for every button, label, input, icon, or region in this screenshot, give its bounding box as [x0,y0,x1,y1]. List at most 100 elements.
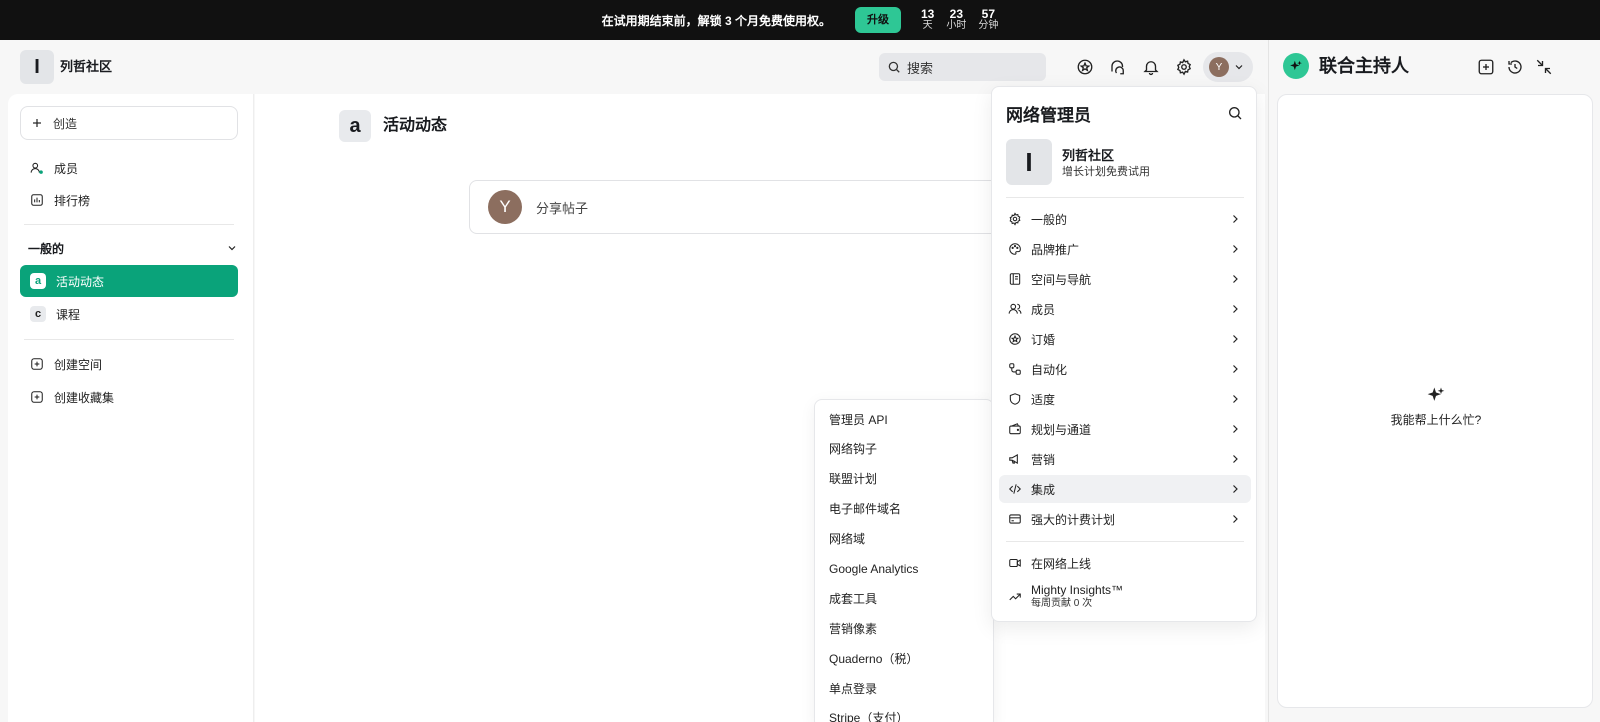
star-badge-icon [1007,331,1023,347]
collapse-icon[interactable] [1533,56,1555,78]
sparkle-icon [1426,385,1446,405]
post-composer[interactable]: Y 分享帖子 [469,180,1009,234]
avatar: Y [488,190,522,224]
search-input[interactable]: 搜索 [879,53,1046,81]
history-icon[interactable] [1504,56,1526,78]
chevron-right-icon [1229,393,1241,405]
create-space-button[interactable]: 创建空间 [20,348,238,380]
section-title: 一般的 [28,241,65,256]
community-plan: 增长计划免费试用 [1062,166,1150,178]
plus-square-icon [30,357,44,371]
sidebar-item-leaderboard[interactable]: 排行榜 [20,184,238,216]
shield-icon [1007,391,1023,407]
submenu-item-stripe[interactable]: Stripe（支付） [829,708,908,722]
community-logo[interactable]: I [20,50,54,84]
mighty-insights-item[interactable]: Mighty Insights™ 每周贡献 0 次 [999,579,1251,615]
create-button[interactable]: 创造 [20,106,238,140]
submenu-item-sso[interactable]: 单点登录 [829,679,877,699]
admin-item-label: 集成 [1031,482,1056,497]
gear-icon[interactable] [1172,55,1196,79]
insights-title: Mighty Insights™ [1031,583,1124,597]
admin-item-label: 品牌推广 [1031,242,1080,257]
admin-item-label: 规划与通道 [1031,422,1092,437]
insights-subtitle: 每周贡献 0 次 [1031,598,1093,609]
trial-banner: 在试用期结束前，解锁 3 个月免费使用权。 升级 13 天 23 小时 57 分… [0,0,1600,40]
admin-item-marketing[interactable]: 营销 [999,445,1251,473]
countdown-days: 13 天 [920,7,935,31]
community-logo: I [1006,139,1052,185]
chevron-down-icon [1233,61,1245,73]
sidebar-item-members[interactable]: 成员 [20,152,238,184]
submenu-item-toolkit[interactable]: 成套工具 [829,589,877,609]
admin-item-plans-channels[interactable]: 规划与通道 [999,415,1251,443]
sidebar-item-label: 活动动态 [56,274,105,289]
admin-menu-title: 网络管理员 [1006,106,1091,125]
admin-item-general[interactable]: 一般的 [999,205,1251,233]
trial-banner-text: 在试用期结束前，解锁 3 个月免费使用权。 [601,13,831,28]
community-name[interactable]: 列哲社区 [60,40,112,94]
cohost-chat-area: 我能帮上什么忙? [1277,94,1593,708]
sparkle-icon [1283,53,1309,79]
book-icon [1007,271,1023,287]
chevron-right-icon [1229,303,1241,315]
submenu-item-webhooks[interactable]: 网络钩子 [829,439,877,459]
sidebar-section-general[interactable]: 一般的 [28,238,238,258]
space-badge: a [30,273,46,289]
chevron-down-icon [226,242,238,254]
admin-item-engagement[interactable]: 订婚 [999,325,1251,353]
sidebar-item-label: 排行榜 [54,193,91,208]
create-collection-button[interactable]: 创建收藏集 [20,381,238,413]
admin-item-automation[interactable]: 自动化 [999,355,1251,383]
network-admin-menu: 网络管理员 I 列哲社区 增长计划免费试用 一般的 品牌推广 空间与导航 成员 … [991,86,1257,622]
sidebar-item-courses[interactable]: c 课程 [20,298,238,330]
admin-item-label: 营销 [1031,452,1056,467]
trial-countdown: 13 天 23 小时 57 分钟 [921,8,998,32]
new-chat-icon[interactable] [1475,56,1497,78]
leaderboard-icon [30,193,44,207]
admin-item-billing[interactable]: 强大的计费计划 [999,505,1251,533]
admin-item-label: 一般的 [1031,212,1068,227]
star-badge-icon[interactable] [1073,55,1097,79]
sidebar-item-label: 创建收藏集 [54,390,115,405]
sidebar-divider [24,339,234,340]
chevron-right-icon [1229,423,1241,435]
admin-item-label: 强大的计费计划 [1031,512,1116,527]
countdown-minutes: 57 分钟 [978,7,999,31]
profile-menu-button[interactable]: Y [1203,52,1253,82]
submenu-item-marketing-pixels[interactable]: 营销像素 [829,619,877,639]
submenu-item-admin-api[interactable]: 管理员 API [829,410,888,430]
admin-item-members[interactable]: 成员 [999,295,1251,323]
members-icon [30,161,44,175]
admin-item-label: 适度 [1031,392,1056,407]
create-label: 创造 [53,116,78,131]
submenu-item-quaderno[interactable]: Quaderno（税） [829,649,918,669]
go-live-button[interactable]: 在网络上线 [999,549,1251,577]
palette-icon [1007,241,1023,257]
submenu-item-network-domain[interactable]: 网络域 [829,529,865,549]
admin-item-moderation[interactable]: 适度 [999,385,1251,413]
admin-item-spaces-navigation[interactable]: 空间与导航 [999,265,1251,293]
search-icon [887,60,901,74]
admin-item-branding[interactable]: 品牌推广 [999,235,1251,263]
bell-icon[interactable] [1139,55,1163,79]
chat-icon[interactable] [1106,55,1130,79]
search-label: 搜索 [907,60,934,76]
submenu-item-google-analytics[interactable]: Google Analytics [829,559,918,579]
sidebar-item-activity-feed[interactable]: a 活动动态 [20,265,238,297]
video-camera-icon [1007,555,1023,571]
upgrade-button[interactable]: 升级 [854,7,901,33]
chevron-right-icon [1229,243,1241,255]
chevron-right-icon [1229,333,1241,345]
submenu-item-affiliates[interactable]: 联盟计划 [829,469,877,489]
sidebar-divider [24,224,234,225]
members-icon [1007,301,1023,317]
sidebar-item-label: 成员 [54,161,79,176]
submenu-item-email-domain[interactable]: 电子邮件域名 [829,499,901,519]
admin-item-integrations[interactable]: 集成 [999,475,1251,503]
search-icon[interactable] [1227,105,1243,121]
workflow-icon [1007,361,1023,377]
chevron-right-icon [1229,213,1241,225]
plus-icon [31,117,43,129]
space-badge: a [339,110,371,142]
chevron-right-icon [1229,363,1241,375]
